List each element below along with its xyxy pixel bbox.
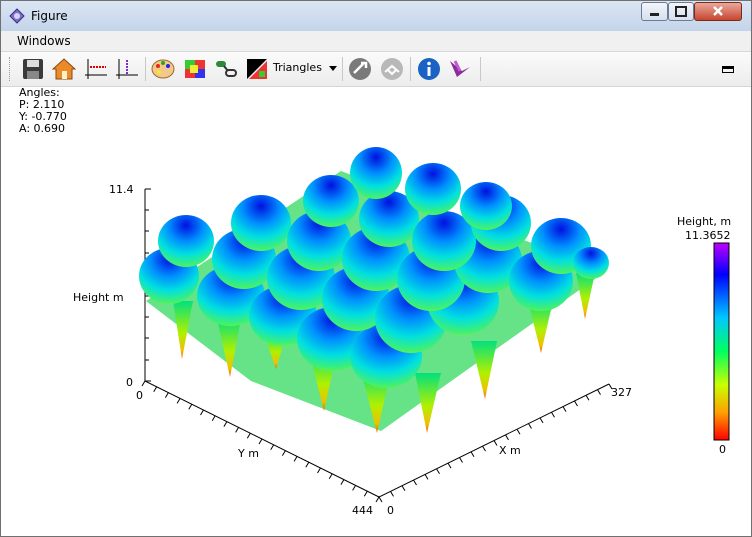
axis-tick xyxy=(340,479,345,485)
y-axis-label: Y m xyxy=(237,447,259,460)
axis-tick xyxy=(390,491,394,497)
pan-y-icon[interactable] xyxy=(115,57,139,81)
axis-tick xyxy=(539,417,544,424)
color-toggle-icon[interactable] xyxy=(245,57,269,81)
save-icon[interactable] xyxy=(21,57,45,81)
axis-tick xyxy=(585,395,590,401)
z-max-tick: 11.4 xyxy=(109,183,134,196)
angle-a: A: 0.690 xyxy=(19,122,66,135)
x-start-tick: 0 xyxy=(387,504,394,517)
y-start-tick: 0 xyxy=(136,389,143,402)
colormap-icon[interactable] xyxy=(183,57,207,81)
app-icon xyxy=(9,8,25,24)
figure-window: Figure Windows Triangles 11.4 0 Height m… xyxy=(0,0,752,537)
axis-tick xyxy=(235,427,240,433)
toolbar-separator xyxy=(410,57,411,81)
x-end-tick: 327 xyxy=(611,386,632,399)
axis-tick xyxy=(328,473,333,480)
home-icon[interactable] xyxy=(52,57,76,81)
axis-tick xyxy=(258,438,263,445)
axis-tick xyxy=(401,485,406,491)
z-min-tick: 0 xyxy=(126,376,133,389)
axis-tick xyxy=(176,398,181,404)
colorbar xyxy=(713,242,730,441)
toolbar-grip[interactable] xyxy=(9,57,13,81)
y-end-tick: 444 xyxy=(352,504,373,517)
link-icon[interactable] xyxy=(214,57,238,81)
colorbar-title: Height, m xyxy=(677,215,731,228)
minimize-button[interactable] xyxy=(641,2,668,21)
angles-readout: Angles: P: 2.110 Y: -0.770 A: 0.690 xyxy=(19,87,67,135)
minimize-icon xyxy=(650,13,659,16)
axis-tick xyxy=(305,461,310,468)
z-axis-label: Height m xyxy=(73,291,124,304)
colorbar-min: 0 xyxy=(719,443,726,456)
toolbar-separator xyxy=(342,57,343,81)
axis-tick xyxy=(281,450,286,456)
axis-tick xyxy=(293,456,298,462)
plot-canvas[interactable]: 11.4 0 Height m 0 Y m 444 0 X m 327 Heig… xyxy=(1,87,751,536)
colorbar-max: 11.3652 xyxy=(685,229,731,242)
axis-tick xyxy=(505,434,509,441)
axis-tick xyxy=(470,451,475,458)
menu-bar: Windows xyxy=(1,31,751,52)
x-axis-label: X m xyxy=(499,444,521,457)
maximize-button[interactable] xyxy=(668,2,694,21)
axis-tick xyxy=(223,421,228,427)
logo-icon[interactable] xyxy=(448,57,472,81)
axis-tick xyxy=(413,479,417,486)
axis-tick xyxy=(270,444,275,451)
axis-tick xyxy=(493,440,498,446)
axis-tick xyxy=(375,496,380,503)
tools-icon[interactable] xyxy=(348,57,372,81)
toolbar-separator xyxy=(145,57,146,81)
axis-tick xyxy=(597,389,601,395)
axis-tick xyxy=(141,380,146,387)
axis-tick xyxy=(516,428,521,435)
axis-tick xyxy=(317,467,321,474)
axis-tick xyxy=(574,400,578,407)
info-icon[interactable] xyxy=(417,57,441,81)
maximize-icon xyxy=(675,6,687,17)
axis-tick xyxy=(378,496,383,503)
palette-icon[interactable] xyxy=(151,57,175,81)
axis-tick xyxy=(447,462,452,469)
title-bar[interactable]: Figure xyxy=(1,1,751,31)
axis-tick xyxy=(551,411,555,418)
axis-tick xyxy=(153,386,158,393)
toolbar-separator xyxy=(480,57,481,81)
grid-icon[interactable] xyxy=(380,57,404,81)
axis-tick xyxy=(211,415,216,422)
axis-tick xyxy=(424,474,429,480)
axis-tick xyxy=(164,392,169,398)
axis-tick xyxy=(562,406,567,412)
menu-windows[interactable]: Windows xyxy=(17,34,71,48)
surface-plot[interactable]: 11.4 0 Height m 0 Y m 444 0 X m 327 Heig… xyxy=(1,87,751,536)
axis-tick xyxy=(459,457,463,463)
axis-tick xyxy=(436,468,440,475)
pan-x-icon[interactable] xyxy=(84,57,108,81)
dock-icon[interactable] xyxy=(722,66,734,73)
axis-tick xyxy=(188,403,193,410)
close-icon xyxy=(713,6,723,16)
axis-tick xyxy=(363,490,368,497)
toolbar: Triangles xyxy=(1,52,751,87)
axis-tick xyxy=(482,445,486,452)
close-button[interactable] xyxy=(694,2,742,21)
axis-tick xyxy=(200,409,204,416)
axis-tick xyxy=(528,423,532,429)
axis-tick xyxy=(246,432,251,439)
window-title: Figure xyxy=(31,9,68,23)
chevron-down-icon[interactable] xyxy=(329,66,337,71)
axis-tick xyxy=(352,485,357,491)
mesh-mode-dropdown[interactable]: Triangles xyxy=(273,61,322,74)
